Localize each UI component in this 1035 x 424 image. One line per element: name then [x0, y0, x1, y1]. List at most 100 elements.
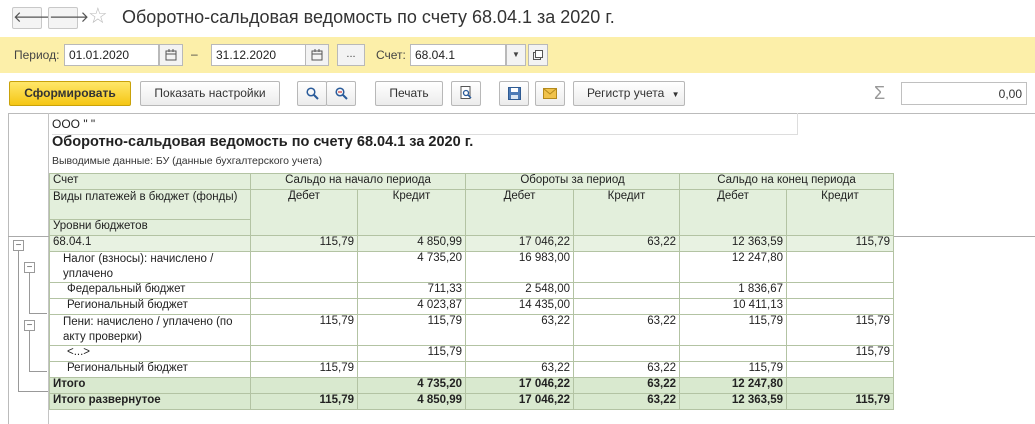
report-title: Оборотно-сальдовая ведомость по счету 68… [52, 134, 474, 150]
total-value: 17 046,22 [465, 393, 574, 410]
collapse-tax-icon[interactable]: − [24, 262, 35, 273]
tree-line-3 [29, 331, 30, 371]
cell-value: 12 363,59 [679, 235, 787, 252]
cell-value [573, 251, 680, 283]
report-subtitle: Выводимые данные: БУ (данные бухгалтерск… [52, 155, 323, 167]
header-budget-levels: Уровни бюджетов [49, 219, 251, 236]
period-dash: – [191, 47, 198, 61]
cell-value: 63,22 [573, 235, 680, 252]
cell-value: 10 411,13 [679, 298, 787, 315]
search-icon[interactable] [297, 81, 327, 106]
header-closing-debit: Дебет [679, 189, 787, 236]
period-to-input[interactable]: 31.12.2020 [211, 44, 306, 66]
total-value: 115,79 [786, 393, 894, 410]
org-name: ООО " " [52, 117, 96, 131]
cell-value [573, 298, 680, 315]
cell-value: 16 983,00 [465, 251, 574, 283]
header-payment-types: Виды платежей в бюджет (фонды) [49, 189, 251, 220]
collapse-penalty-icon[interactable]: − [24, 320, 35, 331]
cell-value: 63,22 [573, 361, 680, 378]
register-label: Регистр учета [587, 86, 665, 100]
total-value: 4 735,20 [357, 377, 466, 394]
header-closing: Сальдо на конец периода [679, 173, 894, 190]
table-row[interactable]: 68.04.1 115,79 4 850,99 17 046,22 63,22 12 36… [49, 235, 894, 252]
total-value: 4 850,99 [357, 393, 466, 410]
cell-value: 115,79 [250, 235, 358, 252]
save-icon[interactable] [499, 81, 529, 106]
period-panel: Период: 01.01.2020 – 31.12.2020 ... Счет… [0, 37, 1035, 73]
cell-value [250, 298, 358, 315]
cell-value: 711,33 [357, 282, 466, 299]
cell-value: 63,22 [465, 361, 574, 378]
row-name: 68.04.1 [49, 235, 251, 252]
total-value [786, 377, 894, 394]
forward-icon[interactable]: 🡒 [48, 7, 89, 29]
sum-field: 0,00 [901, 82, 1027, 105]
calendar-from-icon[interactable] [159, 44, 183, 66]
show-settings-button[interactable]: Показать настройки [140, 81, 280, 106]
total-value: 12 247,80 [679, 377, 787, 394]
cell-value [573, 282, 680, 299]
row-name: Налог (взносы): начислено / уплачено [49, 251, 251, 283]
row-name: Пени: начислено / уплачено (по акту пров… [49, 314, 251, 346]
page-title: Оборотно-сальдовая ведомость по счету 68… [122, 7, 615, 27]
total-value: 63,22 [573, 377, 680, 394]
table-row[interactable]: Налог (взносы): начислено / уплачено 4 73… [49, 251, 894, 283]
total-value: 115,79 [250, 393, 358, 410]
cell-value: 115,79 [250, 361, 358, 378]
header-turnover: Обороты за период [465, 173, 680, 190]
table-row[interactable]: Региональный бюджет 4 023,87 14 435,00 10 4… [49, 298, 894, 315]
account-dropdown-icon[interactable]: ▼ [506, 44, 526, 66]
cell-value [250, 282, 358, 299]
cell-value [573, 345, 680, 362]
register-dropdown-button[interactable]: Регистр учета ▼ [573, 81, 685, 106]
table-row[interactable]: Пени: начислено / уплачено (по акту пров… [49, 314, 894, 346]
cell-value: 115,79 [679, 361, 787, 378]
cell-value: 17 046,22 [465, 235, 574, 252]
cell-value: 4 735,20 [357, 251, 466, 283]
collapse-68-icon[interactable]: − [13, 240, 24, 251]
total-value: 12 363,59 [679, 393, 787, 410]
sigma-icon: Σ [874, 83, 886, 103]
search-clear-icon[interactable] [326, 81, 356, 106]
tree-end-1 [18, 391, 48, 392]
cell-value: 115,79 [786, 314, 894, 346]
open-account-icon[interactable] [528, 44, 548, 66]
cell-value: 115,79 [357, 345, 466, 362]
tree-line-2 [29, 273, 30, 313]
cell-value: 115,79 [250, 314, 358, 346]
favorite-star-icon[interactable]: ☆ [88, 4, 108, 28]
table-row[interactable]: Региональный бюджет 115,79 63,22 63,22 115,7… [49, 361, 894, 378]
table-row[interactable]: <...> 115,79 115,79 [49, 345, 894, 362]
generate-button[interactable]: Сформировать [9, 81, 131, 106]
calendar-to-icon[interactable] [305, 44, 329, 66]
period-from-input[interactable]: 01.01.2020 [64, 44, 159, 66]
row-name: Региональный бюджет [49, 298, 251, 315]
row-name: Федеральный бюджет [49, 282, 251, 299]
header-opening-debit: Дебет [250, 189, 358, 236]
back-icon[interactable]: 🡐 [12, 7, 53, 29]
print-preview-icon[interactable] [451, 81, 481, 106]
period-select-button[interactable]: ... [337, 44, 365, 66]
tree-end-3 [29, 371, 47, 372]
cell-value: 115,79 [357, 314, 466, 346]
cell-value [679, 345, 787, 362]
cell-value [786, 298, 894, 315]
total-label: Итого развернутое [49, 393, 251, 410]
header-opening-credit: Кредит [357, 189, 466, 236]
cell-value: 12 247,80 [679, 251, 787, 283]
print-button[interactable]: Печать [375, 81, 443, 106]
row-name: <...> [49, 345, 251, 362]
account-input[interactable]: 68.04.1 [410, 44, 506, 66]
cell-value [250, 345, 358, 362]
cell-value: 115,79 [679, 314, 787, 346]
total-row: Итого 4 735,20 17 046,22 63,22 12 247,80 [49, 377, 894, 394]
cell-value: 2 548,00 [465, 282, 574, 299]
tree-line-1 [18, 251, 19, 391]
report-table: Счет Сальдо на начало периода Обороты за… [49, 173, 894, 410]
cell-value [786, 251, 894, 283]
header-turnover-credit: Кредит [573, 189, 680, 236]
cell-value: 63,22 [573, 314, 680, 346]
table-row[interactable]: Федеральный бюджет 711,33 2 548,00 1 836,67 [49, 282, 894, 299]
email-icon[interactable] [535, 81, 565, 106]
